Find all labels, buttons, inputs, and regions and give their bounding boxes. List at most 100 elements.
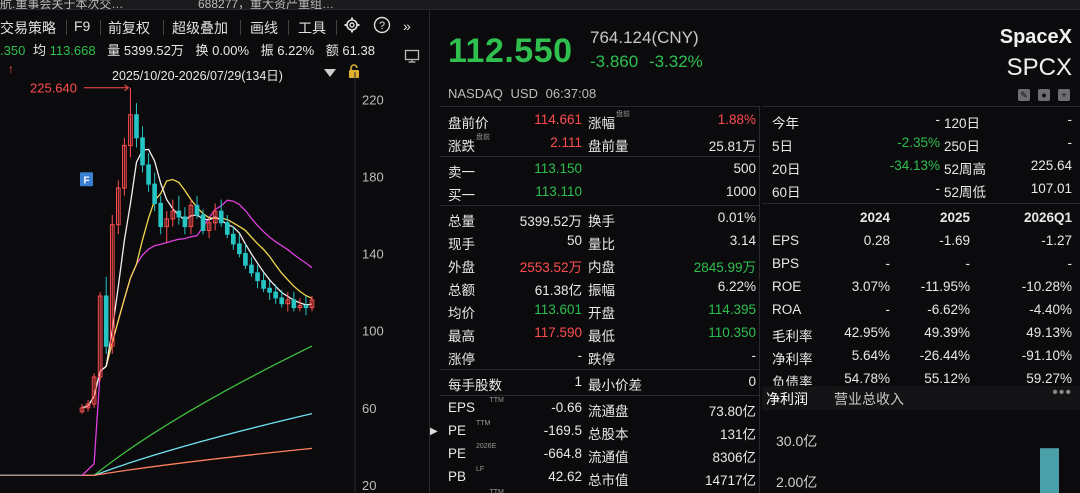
quote-panel: 112.550 764.124(CNY) -3.860 -3.32% NASDA… — [440, 10, 1080, 493]
candle[interactable] — [291, 292, 297, 312]
financial-value: - — [885, 302, 891, 317]
add-icon[interactable]: + — [1058, 89, 1070, 101]
quote-label: 换手 — [588, 214, 615, 229]
quote-row: 总量 5399.52万 换手 0.01% — [440, 207, 760, 230]
overlay-button[interactable]: 超级叠加 — [172, 18, 228, 38]
more-chevron-icon[interactable]: » — [403, 18, 411, 34]
candle[interactable] — [176, 195, 182, 225]
candle[interactable] — [170, 199, 176, 227]
candle[interactable] — [231, 226, 236, 250]
help-icon[interactable]: ? — [373, 16, 391, 37]
candle[interactable] — [249, 257, 254, 277]
quote-label: 量比 — [588, 237, 615, 252]
candle[interactable] — [182, 207, 188, 235]
quote-row: EPS TTM -0.66 流通盘 73.80亿 — [440, 397, 760, 420]
quote-label: PE — [448, 423, 467, 438]
period-value: - — [935, 181, 941, 196]
candle[interactable] — [164, 211, 170, 242]
price-change: -3.860 -3.32% — [590, 52, 703, 71]
financial-value: 55.12% — [924, 371, 970, 386]
candle[interactable] — [97, 292, 103, 381]
quote-label: 最高 — [448, 329, 475, 344]
candle[interactable] — [243, 243, 248, 269]
financial-row: BPS - - - — [762, 253, 1080, 276]
period-label: 20日 — [772, 162, 801, 177]
quote-label: 流通值 — [588, 450, 629, 465]
stat-amount: 61.38 — [342, 43, 375, 58]
candle[interactable] — [158, 195, 164, 235]
quote-value: 110.350 — [708, 325, 756, 340]
candle[interactable] — [79, 404, 85, 414]
quote-value: 1 — [574, 374, 582, 389]
candle[interactable] — [261, 272, 266, 293]
quote-value: 2.111 — [550, 135, 582, 150]
quote-value: 1000 — [725, 184, 756, 199]
candle[interactable] — [303, 296, 309, 316]
candle[interactable] — [237, 234, 242, 258]
quote-value: - — [751, 348, 757, 363]
quote-value: 113.110 — [535, 184, 582, 199]
superscript-tag: 盘前 — [476, 134, 490, 141]
mini-bar[interactable] — [1040, 448, 1059, 493]
stat-amplitude: 6.22% — [277, 43, 315, 58]
bell-icon[interactable]: ● — [1038, 89, 1050, 101]
quote-label: 买一 — [448, 188, 475, 203]
strategy-button[interactable]: 交易策略 — [0, 18, 56, 38]
candle[interactable] — [146, 153, 151, 192]
last-price: 112.550 — [448, 32, 573, 70]
news-item-1[interactable]: 航.重事会关于本次交… — [0, 0, 123, 9]
chart-toolbar: 交易策略 F9 前复权 超级叠加 画线 工具 ? » — [0, 16, 430, 38]
f9-button[interactable]: F9 — [74, 18, 90, 34]
edit-icon[interactable]: ✎ — [1018, 89, 1030, 101]
high-price-label: 225.640 — [30, 81, 77, 96]
quote-value: 113.601 — [534, 302, 582, 317]
candle[interactable] — [255, 265, 260, 289]
f10-event-marker[interactable]: F — [80, 172, 93, 187]
tab-revenue[interactable]: 营业总收入 — [834, 389, 904, 409]
top-news-strip[interactable]: 航.重事会关于本次交… 688277，重大资产重组… — [0, 0, 1080, 10]
quote-table: 盘前价 114.661 涨幅 盘前 1.88% 涨跌 盘前 2.111 盘前量 25.81万 卖一 1… — [440, 106, 760, 493]
candle[interactable] — [109, 215, 115, 354]
financial-header: 2024 2025 2026Q1 — [762, 207, 1080, 230]
candle[interactable] — [134, 103, 139, 148]
stat-avg: 113.668 — [49, 43, 96, 58]
candle[interactable] — [224, 215, 230, 239]
financial-row: ROA - -6.62% -4.40% — [762, 299, 1080, 322]
quote-row: 均价 113.601 开盘 114.395 — [440, 299, 760, 322]
candle[interactable] — [122, 137, 127, 196]
tools-button[interactable]: 工具 — [298, 18, 326, 38]
exchange-info: NASDAQ USD 06:37:08 — [448, 86, 597, 101]
candle[interactable] — [140, 126, 145, 173]
monitor-icon[interactable] — [404, 48, 420, 67]
candle[interactable] — [116, 180, 121, 235]
quote-value: 61.38亿 — [534, 283, 582, 298]
more-options-icon[interactable]: ••• — [1052, 384, 1072, 402]
candle[interactable] — [103, 276, 109, 354]
quote-row: 每手股数 1 最小价差 0 — [440, 371, 760, 394]
ma-long-line — [0, 447, 313, 477]
candle[interactable] — [194, 195, 200, 219]
quote-row: 现手 50 量比 3.14 — [440, 230, 760, 253]
settings-icon[interactable] — [343, 16, 361, 37]
candle[interactable] — [297, 297, 303, 312]
stat-price: .350 — [0, 43, 26, 58]
pre-adjust-button[interactable]: 前复权 — [108, 18, 150, 38]
financial-value: 49.13% — [1026, 325, 1072, 340]
candle[interactable] — [218, 199, 224, 227]
kline-chart[interactable]: 220 180 140 100 60 20 225.640 F — [0, 72, 429, 493]
candle[interactable] — [267, 280, 272, 300]
candle[interactable] — [206, 218, 212, 239]
period-label: 5日 — [772, 139, 794, 154]
tab-net-profit[interactable]: 净利润 — [766, 389, 808, 409]
draw-line-button[interactable]: 画线 — [250, 18, 278, 38]
period-label: 今年 — [772, 116, 799, 131]
financial-value: -6.62% — [927, 302, 970, 317]
period-value: -2.35% — [897, 135, 940, 150]
collapse-arrow-icon[interactable]: ▶ — [430, 426, 438, 437]
financial-value: 0.28 — [863, 233, 890, 248]
candle[interactable] — [128, 87, 133, 158]
quote-value: 0 — [748, 374, 756, 389]
quote-label: 盘前量 — [588, 139, 629, 154]
news-item-2[interactable]: 688277，重大资产重组… — [198, 0, 334, 9]
period-row: 5日 -2.35% 250日 - — [762, 132, 1080, 155]
